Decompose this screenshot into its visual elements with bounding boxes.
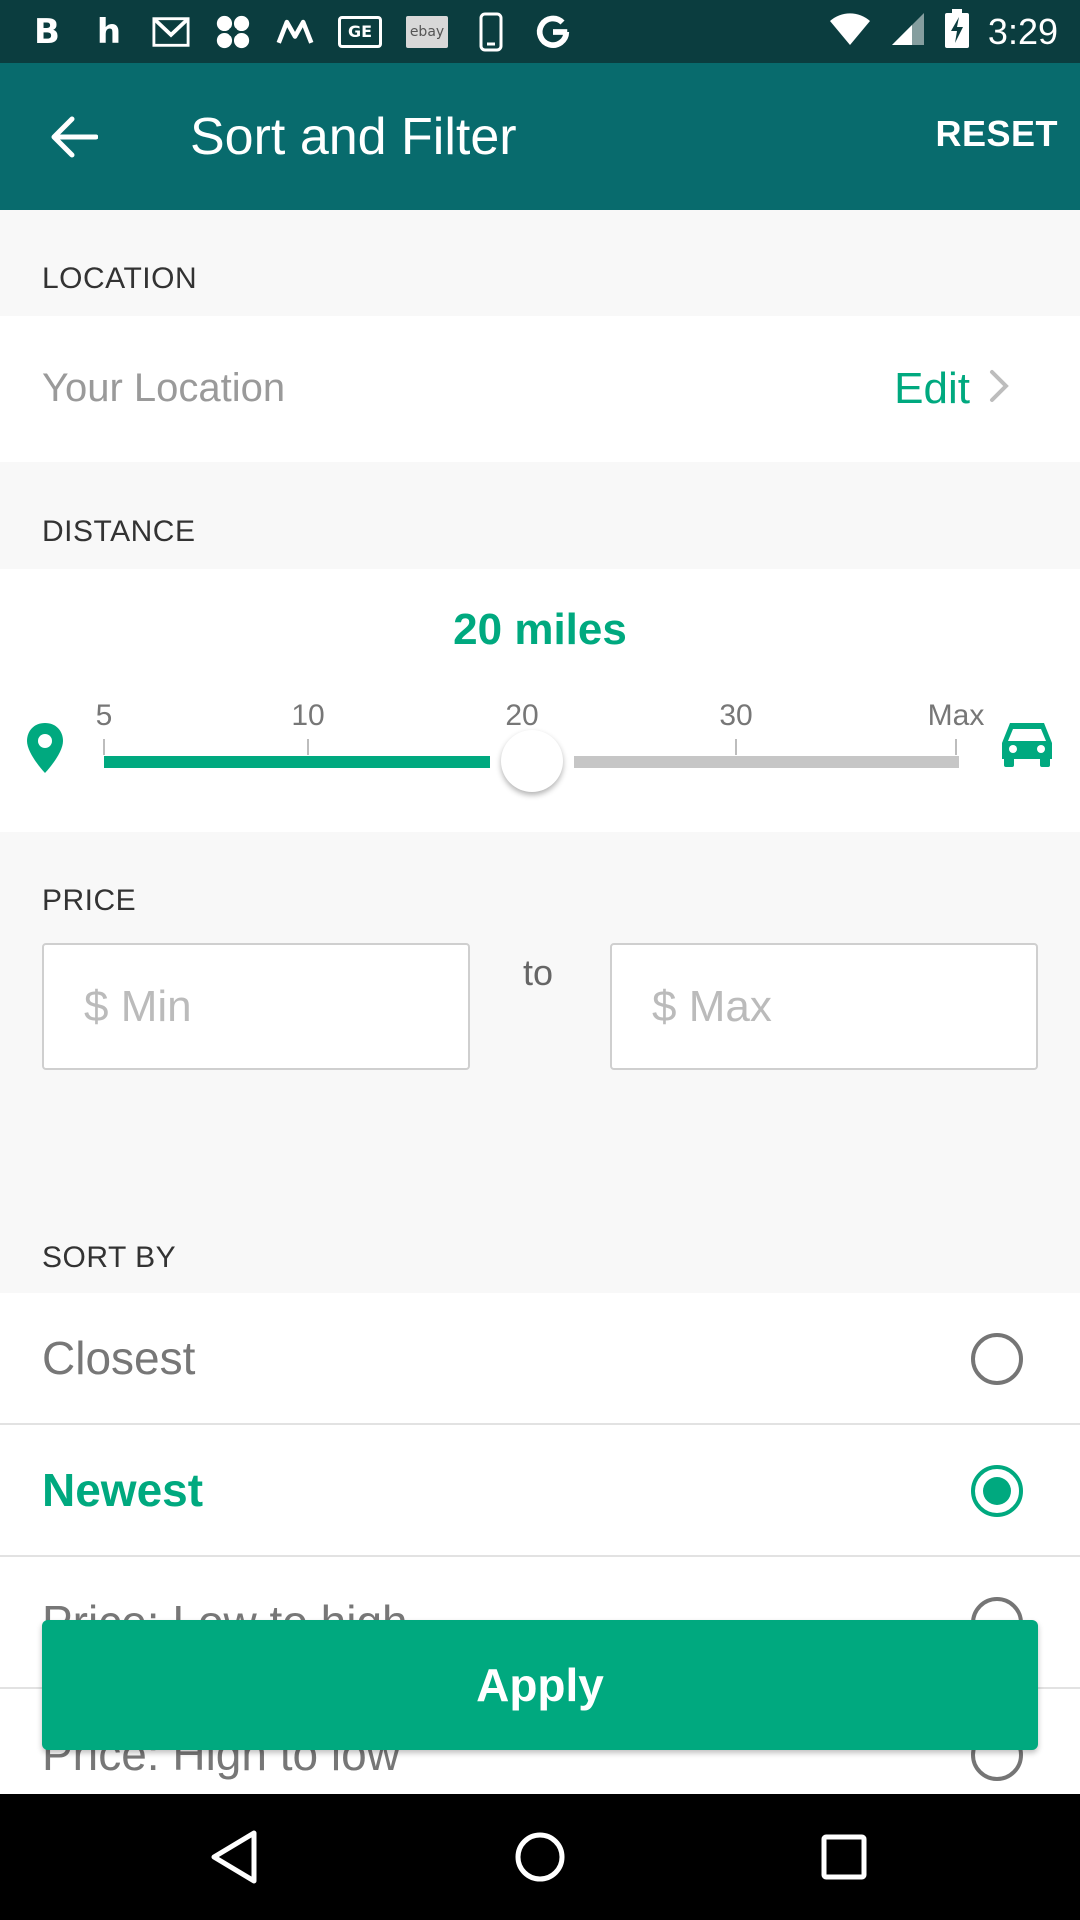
apply-button[interactable]: Apply: [42, 1620, 1038, 1750]
google-icon: [534, 13, 572, 51]
app-bar: Sort and Filter RESET: [0, 63, 1080, 210]
location-header: LOCATION: [42, 262, 198, 295]
nav-recents-icon[interactable]: [814, 1827, 874, 1887]
price-to-label: to: [523, 952, 554, 993]
sort-by-header: SORT BY: [42, 1241, 177, 1274]
tick-label-30: 30: [719, 699, 753, 732]
battery-charging-icon: [944, 9, 970, 54]
status-bar: B h GE ebay 3:29: [0, 0, 1080, 63]
nav-home-icon[interactable]: [510, 1827, 570, 1887]
car-icon: [1002, 723, 1052, 767]
sort-option-closest[interactable]: Closest: [0, 1293, 1080, 1425]
reset-button[interactable]: RESET: [935, 113, 1058, 155]
tick-label-20: 20: [505, 699, 539, 732]
slider-tick: [103, 739, 105, 755]
notification-icons: B h GE ebay: [28, 11, 572, 52]
distance-slider-thumb[interactable]: [501, 730, 563, 792]
navigation-bar: [0, 1794, 1080, 1920]
back-button[interactable]: [40, 103, 108, 171]
slider-track[interactable]: [574, 756, 959, 768]
slider-tick: [307, 739, 309, 755]
location-label: Your Location: [42, 366, 286, 410]
gmail-icon: [152, 13, 190, 51]
phone-icon: [472, 12, 510, 51]
ge-icon: GE: [338, 15, 382, 48]
signal-icon: [890, 11, 926, 52]
max-price-input[interactable]: [610, 943, 1038, 1070]
radio-button-selected[interactable]: [971, 1465, 1023, 1517]
sort-option-label: Closest: [42, 1332, 196, 1384]
slider-track-filled[interactable]: [104, 756, 490, 768]
sort-option-label: Newest: [42, 1464, 204, 1516]
houzz-icon: h: [96, 11, 122, 52]
slider-tick: [955, 739, 957, 755]
motorola-icon: [276, 13, 314, 51]
page-title: Sort and Filter: [190, 108, 517, 166]
chevron-right-icon: [990, 370, 1009, 402]
location-pin-icon: [27, 723, 63, 773]
location-row[interactable]: Your Location Edit: [0, 316, 1080, 462]
nav-back-icon[interactable]: [206, 1827, 266, 1887]
ebay-icon: ebay: [406, 15, 448, 48]
distance-header: DISTANCE: [42, 515, 196, 548]
system-status: 3:29: [828, 9, 1058, 54]
price-header: PRICE: [42, 884, 137, 917]
sort-option-newest[interactable]: Newest: [0, 1425, 1080, 1557]
tick-label-5: 5: [95, 699, 113, 732]
slider-tick: [735, 739, 737, 755]
tick-label-10: 10: [291, 699, 325, 732]
edit-location-button[interactable]: Edit: [894, 364, 970, 414]
arrow-left-icon: [51, 116, 98, 158]
distance-value: 20 miles: [453, 605, 627, 654]
min-price-input[interactable]: [42, 943, 470, 1070]
tick-label-max: Max: [927, 699, 985, 732]
clock: 3:29: [987, 10, 1058, 52]
apps-icon: [214, 13, 252, 51]
b-app-icon: B: [34, 11, 60, 52]
radio-button[interactable]: [971, 1333, 1023, 1385]
distance-panel: 20 miles 5 10 20 30 Max: [0, 569, 1080, 832]
wifi-icon: [828, 11, 872, 52]
